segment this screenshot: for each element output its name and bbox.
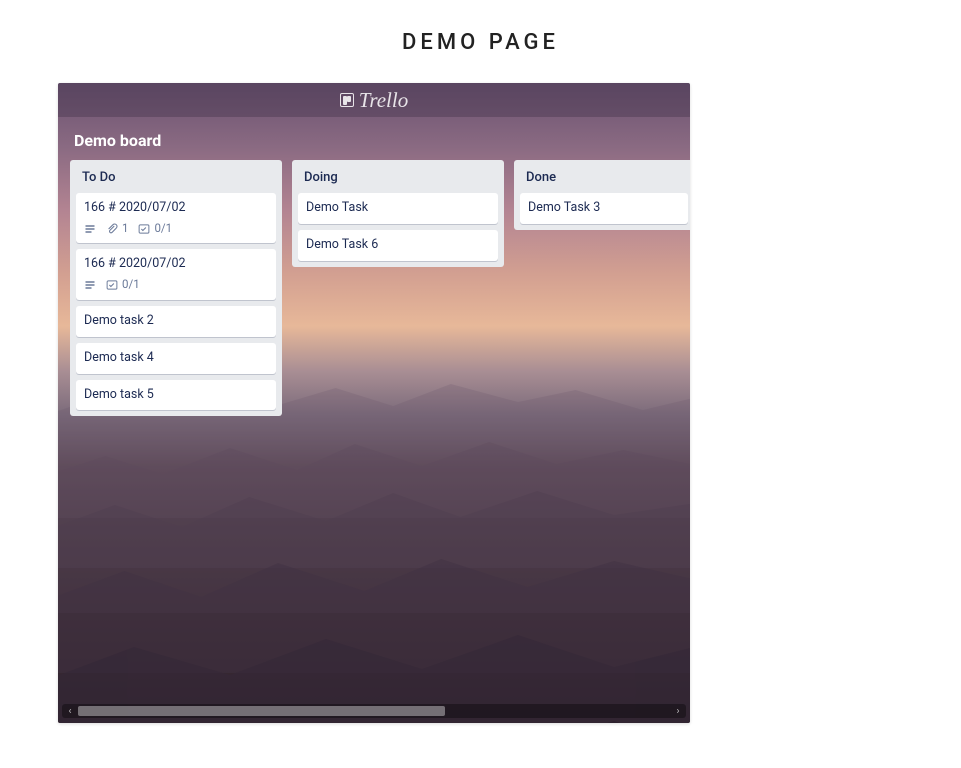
card-badges: 1 0/1 [84, 221, 268, 237]
lists-container: To Do 166 # 2020/07/02 1 0/1 [58, 160, 690, 416]
list-title[interactable]: To Do [76, 168, 276, 193]
trello-logo-icon [340, 93, 354, 107]
card[interactable]: Demo task 2 [76, 306, 276, 337]
card-title: 166 # 2020/07/02 [84, 200, 268, 217]
checklist-count: 0/1 [154, 221, 172, 237]
app-header: Trello [58, 83, 690, 117]
attachment-badge: 1 [106, 221, 128, 237]
scroll-left-icon[interactable]: ‹ [62, 706, 78, 717]
scroll-right-icon[interactable]: › [670, 706, 686, 717]
card[interactable]: 166 # 2020/07/02 0/1 [76, 249, 276, 299]
list-title[interactable]: Done [520, 168, 688, 193]
card-title: Demo Task 3 [528, 200, 680, 217]
scroll-track[interactable] [78, 706, 670, 716]
checklist-count: 0/1 [122, 277, 140, 293]
card[interactable]: Demo Task 3 [520, 193, 688, 224]
checklist-badge: 0/1 [138, 221, 172, 237]
paperclip-icon [106, 223, 118, 235]
card[interactable]: Demo Task 6 [298, 230, 498, 261]
card-title: Demo task 2 [84, 313, 268, 330]
scroll-thumb[interactable] [78, 706, 445, 716]
board-name[interactable]: Demo board [58, 117, 690, 160]
list-todo[interactable]: To Do 166 # 2020/07/02 1 0/1 [70, 160, 282, 416]
brand-name: Trello [359, 90, 408, 111]
card-title: 166 # 2020/07/02 [84, 256, 268, 273]
list-done[interactable]: Done Demo Task 3 [514, 160, 690, 230]
horizontal-scrollbar[interactable]: ‹ › [62, 704, 686, 718]
card[interactable]: 166 # 2020/07/02 1 0/1 [76, 193, 276, 243]
trello-board-embed: Trello Demo board To Do 166 # 2020/07/02… [58, 83, 690, 723]
page-title: DEMO PAGE [0, 0, 961, 83]
card-title: Demo Task [306, 200, 490, 217]
card-title: Demo Task 6 [306, 237, 490, 254]
card-badges: 0/1 [84, 277, 268, 293]
checklist-icon [106, 279, 118, 291]
checklist-icon [138, 223, 150, 235]
card[interactable]: Demo task 4 [76, 343, 276, 374]
checklist-badge: 0/1 [106, 277, 140, 293]
brand[interactable]: Trello [340, 90, 408, 111]
list-title[interactable]: Doing [298, 168, 498, 193]
attachment-count: 1 [122, 221, 128, 237]
description-icon [84, 223, 96, 235]
card[interactable]: Demo task 5 [76, 380, 276, 411]
card-title: Demo task 5 [84, 387, 268, 404]
list-doing[interactable]: Doing Demo Task Demo Task 6 [292, 160, 504, 267]
card[interactable]: Demo Task [298, 193, 498, 224]
description-icon [84, 279, 96, 291]
card-title: Demo task 4 [84, 350, 268, 367]
